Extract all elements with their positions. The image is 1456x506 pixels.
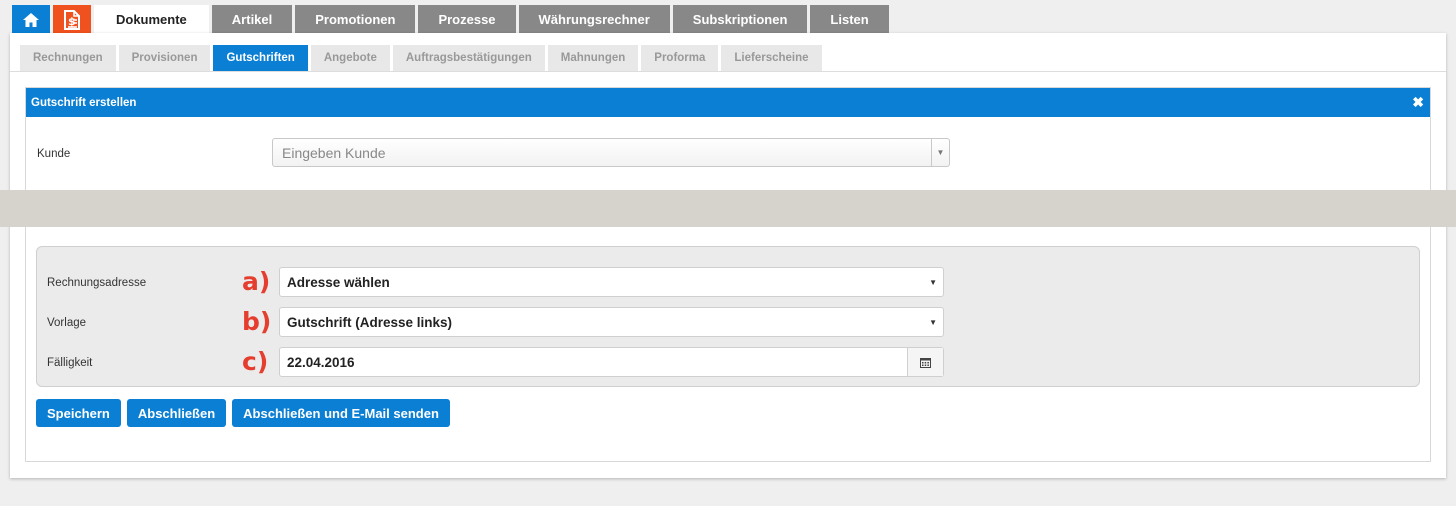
top-nav: $ Dokumente Artikel Promotionen Prozesse… xyxy=(12,5,892,34)
annotation-marker-a: a) xyxy=(242,267,271,296)
overlay-band xyxy=(0,190,1456,227)
tab-waehrungsrechner[interactable]: Währungsrechner xyxy=(518,5,670,34)
dialog-header: Gutschrift erstellen ✖ xyxy=(26,88,1430,117)
annotation-marker-c: c) xyxy=(242,347,269,376)
template-select[interactable]: Gutschrift (Adresse links) ▼ xyxy=(279,307,944,337)
customer-select[interactable]: Eingeben Kunde ▼ xyxy=(272,138,950,167)
tab-promotionen[interactable]: Promotionen xyxy=(295,5,416,34)
caret-down-icon: ▼ xyxy=(929,278,937,287)
caret-down-icon: ▼ xyxy=(929,318,937,327)
customer-row: Kunde Eingeben Kunde ▼ xyxy=(26,136,1430,168)
finish-button[interactable]: Abschließen xyxy=(126,399,227,427)
billing-address-label: Rechnungsadresse xyxy=(47,277,147,289)
due-date-value: 22.04.2016 xyxy=(287,354,355,370)
customer-label: Kunde xyxy=(37,148,71,160)
tab-subskriptionen[interactable]: Subskriptionen xyxy=(672,5,808,34)
home-tab[interactable] xyxy=(12,5,50,34)
documents-icon-tab[interactable]: $ xyxy=(53,5,91,34)
due-date-label: Fälligkeit xyxy=(47,357,93,369)
subtab-rechnungen[interactable]: Rechnungen xyxy=(20,45,116,71)
save-button[interactable]: Speichern xyxy=(36,399,121,427)
billing-address-select[interactable]: Adresse wählen ▼ xyxy=(279,267,944,297)
customer-placeholder: Eingeben Kunde xyxy=(282,144,386,161)
subtab-proforma[interactable]: Proforma xyxy=(641,45,719,71)
template-value: Gutschrift (Adresse links) xyxy=(287,314,453,330)
dialog-title: Gutschrift erstellen xyxy=(31,96,137,109)
close-icon[interactable]: ✖ xyxy=(1412,94,1424,111)
template-row: Vorlage b) Gutschrift (Adresse links) ▼ xyxy=(37,307,1419,337)
chevron-down-icon: ▼ xyxy=(931,139,949,166)
finish-and-email-button[interactable]: Abschließen und E-Mail senden xyxy=(232,399,450,427)
subtab-auftragsbestaetigungen[interactable]: Auftragsbestätigungen xyxy=(392,45,545,71)
annotation-marker-b: b) xyxy=(242,307,272,336)
tab-dokumente[interactable]: Dokumente xyxy=(94,5,209,34)
svg-text:$: $ xyxy=(68,15,76,28)
calendar-button[interactable] xyxy=(907,348,943,376)
template-label: Vorlage xyxy=(47,317,87,329)
subtab-gutschriften[interactable]: Gutschriften xyxy=(213,45,308,71)
due-date-row: Fälligkeit c) 22.04.2016 xyxy=(37,347,1419,377)
calendar-icon xyxy=(920,357,931,368)
subtab-lieferscheine[interactable]: Lieferscheine xyxy=(721,45,822,71)
tab-artikel[interactable]: Artikel xyxy=(211,5,293,34)
home-icon xyxy=(23,12,39,27)
tab-prozesse[interactable]: Prozesse xyxy=(418,5,516,34)
subtab-mahnungen[interactable]: Mahnungen xyxy=(547,45,639,71)
due-date-input[interactable]: 22.04.2016 xyxy=(279,347,944,377)
action-buttons: Speichern Abschließen Abschließen und E-… xyxy=(36,399,456,427)
document-settings-box: Rechnungsadresse a) Adresse wählen ▼ Vor… xyxy=(36,246,1420,387)
billing-address-row: Rechnungsadresse a) Adresse wählen ▼ xyxy=(37,267,1419,297)
subtab-divider xyxy=(10,71,1446,72)
invoice-dollar-icon: $ xyxy=(64,9,80,30)
tab-listen[interactable]: Listen xyxy=(810,5,889,34)
billing-address-value: Adresse wählen xyxy=(287,274,390,290)
sub-nav: Rechnungen Provisionen Gutschriften Ange… xyxy=(20,45,825,71)
subtab-angebote[interactable]: Angebote xyxy=(310,45,390,71)
subtab-provisionen[interactable]: Provisionen xyxy=(118,45,211,71)
